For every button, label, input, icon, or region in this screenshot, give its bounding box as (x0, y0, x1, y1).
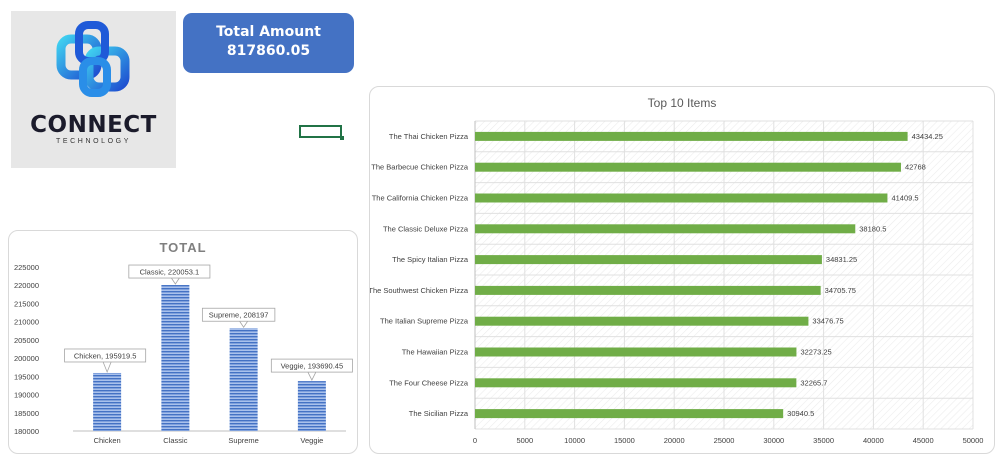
bar (475, 193, 888, 203)
x-tick-label: Supreme (228, 436, 258, 445)
x-tick-label: 45000 (913, 436, 934, 445)
x-tick-label: 50000 (963, 436, 984, 445)
y-tick-label: 215000 (14, 299, 39, 308)
bar (475, 316, 809, 326)
bar (475, 131, 908, 141)
y-tick-label: 185000 (14, 409, 39, 418)
y-tick-label: The Spicy Italian Pizza (392, 255, 469, 264)
chart-title: Top 10 Items (648, 96, 717, 110)
data-label: 43434.25 (912, 132, 943, 141)
y-tick-label: 225000 (14, 263, 39, 272)
x-tick-label: 25000 (714, 436, 735, 445)
data-label: 30940.5 (787, 409, 814, 418)
x-tick-label: Veggie (300, 436, 323, 445)
y-tick-label: 200000 (14, 354, 39, 363)
y-tick-label: 220000 (14, 281, 39, 290)
top-items-chart: Top 10 Items 0 5000 10000 15000 20000 25000 300… (368, 96, 984, 445)
x-tick-label: 35000 (813, 436, 834, 445)
x-tick-label: Chicken (94, 436, 121, 445)
bar (297, 381, 326, 431)
data-label: 42768 (905, 163, 926, 172)
y-tick-label: The Southwest Chicken Pizza (370, 286, 469, 295)
x-tick-label: 15000 (614, 436, 635, 445)
y-tick-label: The Sicilian Pizza (409, 409, 469, 418)
data-label: 38180.5 (859, 224, 886, 233)
y-tick-label: 205000 (14, 336, 39, 345)
y-tick-label: 190000 (14, 391, 39, 400)
data-label: 32265.7 (800, 378, 827, 387)
connect-logo-icon (56, 21, 130, 97)
y-tick-label: The Hawaiian Pizza (402, 348, 469, 357)
bar (475, 224, 856, 234)
chart-title: TOTAL (159, 240, 206, 255)
bar (475, 409, 784, 419)
y-tick-label: The California Chicken Pizza (372, 194, 469, 203)
x-tick-label: 5000 (516, 436, 533, 445)
selected-cell[interactable] (299, 125, 344, 140)
bar (229, 328, 258, 431)
data-label: Chicken, 195919.5 (74, 351, 137, 360)
bar (475, 255, 822, 265)
y-tick-label: The Italian Supreme Pizza (380, 317, 469, 326)
y-tick-label: The Four Cheese Pizza (389, 378, 469, 387)
data-label-pointer (239, 321, 248, 328)
data-label-pointer (171, 277, 180, 285)
bar (161, 285, 190, 431)
x-tick-label: Classic (163, 436, 187, 445)
total-chart-panel[interactable]: TOTAL 180000 185000 190000 195000 200000 20500… (8, 230, 358, 454)
x-tick-label: 0 (473, 436, 477, 445)
y-tick-label: The Barbecue Chicken Pizza (371, 163, 469, 172)
logo: CONNECT TECHNOLOGY (11, 11, 176, 168)
bar (475, 285, 821, 295)
total-amount-label: Total Amount (216, 24, 321, 40)
data-label: Veggie, 193690.45 (281, 362, 344, 371)
x-tick-label: 30000 (763, 436, 784, 445)
data-label: 34705.75 (825, 286, 856, 295)
logo-tagline: TECHNOLOGY (55, 138, 131, 145)
data-label: 32273.25 (800, 348, 831, 357)
x-tick-label: 20000 (664, 436, 685, 445)
top-items-chart-panel[interactable]: Top 10 Items 0 5000 10000 15000 20000 25000 300… (368, 86, 995, 454)
y-tick-label: The Classic Deluxe Pizza (383, 224, 469, 233)
logo-wordmark: CONNECT (30, 112, 157, 138)
bar (475, 162, 901, 172)
x-tick-label: 40000 (863, 436, 884, 445)
data-label: Classic, 220053.1 (140, 268, 200, 277)
data-label: 34831.25 (826, 255, 857, 264)
data-label: 33476.75 (812, 317, 843, 326)
y-tick-label: The Thai Chicken Pizza (389, 132, 469, 141)
bar (93, 372, 122, 431)
y-tick-label: 195000 (14, 372, 39, 381)
total-chart: TOTAL 180000 185000 190000 195000 200000 20500… (14, 240, 353, 445)
total-amount-value: 817860.05 (226, 43, 311, 59)
data-label-pointer (307, 371, 317, 382)
x-tick-label: 10000 (564, 436, 585, 445)
y-tick-label: 210000 (14, 318, 39, 327)
data-label: 41409.5 (891, 194, 918, 203)
bar (475, 347, 797, 357)
y-tick-label: 180000 (14, 427, 39, 436)
data-label: Supreme, 208197 (209, 311, 269, 320)
bar (475, 378, 797, 388)
data-label-pointer (102, 361, 112, 374)
total-amount-card: Total Amount 817860.05 (183, 13, 354, 73)
